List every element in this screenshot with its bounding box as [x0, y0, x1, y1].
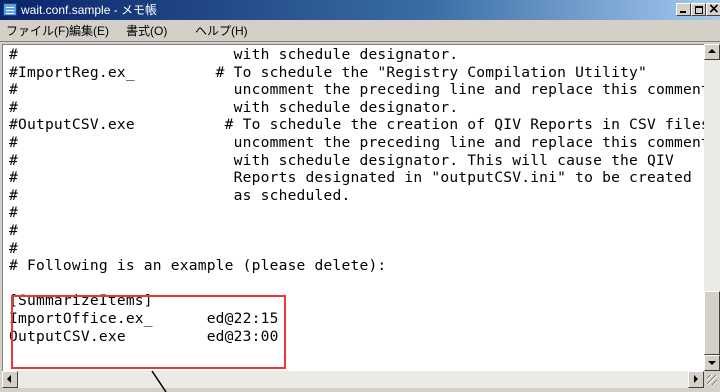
horizontal-scrollbar[interactable]: [2, 371, 704, 388]
vertical-scroll-thumb[interactable]: [704, 291, 720, 355]
editor-line: # uncomment the preceding line and repla…: [9, 81, 704, 99]
editor-line: #ImportReg.ex_ # To schedule the "Regist…: [9, 63, 648, 81]
editor-line: # as scheduled.: [9, 186, 351, 204]
scroll-right-arrow-icon[interactable]: [688, 371, 704, 388]
window-bottom-border: [0, 388, 720, 392]
scroll-left-arrow-icon[interactable]: [2, 371, 18, 388]
editor-line: # with schedule designator.: [9, 46, 459, 63]
editor-line: #: [9, 221, 18, 239]
vertical-scrollbar[interactable]: [704, 44, 720, 371]
menu-edit[interactable]: 編集(E): [69, 23, 109, 39]
editor-line: # with schedule designator.: [9, 98, 459, 116]
menu-bar: ファイル(F) 編集(E) 書式(O) ヘルプ(H): [0, 20, 720, 42]
editor-line: #: [9, 204, 18, 222]
menu-help[interactable]: ヘルプ(H): [195, 23, 248, 39]
scroll-up-arrow-icon[interactable]: [704, 44, 720, 60]
editor-line: #OutputCSV.exe # To schedule the creatio…: [9, 116, 704, 134]
editor-line: # Reports designated in "outputCSV.ini" …: [9, 169, 692, 187]
notepad-window: wait.conf.sample - メモ帳 ファイル(F) 編集(E) 書式(…: [0, 0, 720, 392]
scroll-down-arrow-icon[interactable]: [704, 355, 720, 371]
title-bar[interactable]: wait.conf.sample - メモ帳: [0, 0, 720, 20]
highlight-box: [11, 295, 286, 369]
editor-line: # with schedule designator. This will ca…: [9, 151, 674, 169]
editor-line: # uncomment the preceding line and repla…: [9, 133, 704, 151]
close-button[interactable]: [706, 1, 720, 17]
menu-file[interactable]: ファイル(F): [6, 23, 69, 39]
window-title: wait.conf.sample - メモ帳: [21, 3, 158, 17]
editor-line: # Following is an example (please delete…: [9, 257, 387, 275]
menu-format[interactable]: 書式(O): [126, 23, 167, 39]
maximize-button[interactable]: [691, 3, 706, 16]
notepad-icon[interactable]: [3, 3, 17, 16]
minimize-button[interactable]: [676, 3, 691, 16]
text-editor[interactable]: # with schedule designator. #ImportReg.e…: [2, 44, 704, 371]
editor-line: #: [9, 239, 18, 257]
